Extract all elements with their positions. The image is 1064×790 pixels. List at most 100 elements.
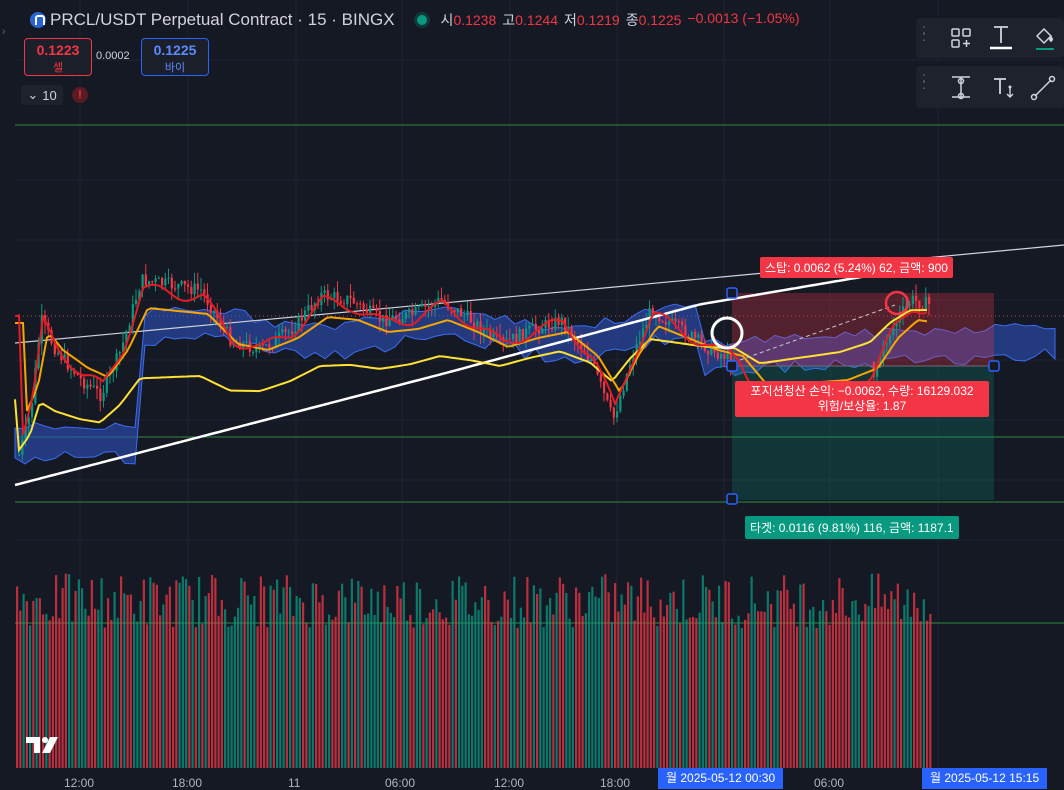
volume-bar [168,586,171,768]
buy-button[interactable]: 0.1225 바이 [141,38,209,76]
volume-bar [825,611,828,768]
volume-bar [396,586,399,768]
drag-handle-icon[interactable]: ⁚ ⁚ [922,25,928,48]
candle-body [209,304,212,314]
volume-bar [175,580,178,768]
candle-body [333,292,336,299]
volume-bar [383,585,386,768]
candle-body [469,310,472,323]
volume-bar [653,617,656,768]
volume-bar [636,596,639,768]
volume-bar [227,626,230,768]
volume-bar [854,600,857,768]
volume-bar [688,617,691,768]
volume-bar [867,606,870,768]
volume-bar [922,599,925,768]
measure-icon[interactable] [946,72,976,102]
candle-body [291,331,294,335]
volume-bar [549,597,552,768]
volume-bar [750,576,753,768]
volume-bar [903,604,906,768]
symbol-title[interactable]: PRCL/USDT Perpetual Contract · 15 · BING… [50,10,395,30]
volume-bar [373,614,376,768]
buy-label: 바이 [164,62,186,74]
fill-icon[interactable] [1028,22,1058,52]
volume-bar [584,613,587,768]
trendline-icon[interactable] [1028,72,1058,102]
volume-bar [402,582,405,768]
volume-bar [315,583,318,768]
interval-dropdown[interactable]: ⌄ 10 [21,85,63,105]
volume-bar [516,627,519,768]
candle-body [102,392,105,401]
volume-bar [597,598,600,768]
risk-reward-line: 위험/보상율: 1.87 [817,399,907,413]
collapse-chevron-icon[interactable]: › [2,26,5,37]
candle-body [720,354,723,359]
volume-bar [295,596,298,768]
volume-bar [799,584,802,768]
volume-bar [630,585,633,768]
volume-bar [311,583,314,768]
candle-body [515,333,518,343]
tradingview-logo[interactable] [26,735,62,760]
candle-body [339,301,342,304]
volume-bar [321,595,324,768]
volume-bar [354,602,357,768]
time-tick: 12:00 [494,776,525,790]
shapes-icon[interactable] [946,23,976,53]
candle-body [521,329,524,342]
target-handle [726,493,738,505]
sell-button[interactable]: 0.1223 셀 [24,38,92,76]
volume-bar [844,615,847,768]
text-tool-icon[interactable] [986,21,1016,51]
candle-body [531,323,534,326]
candle-body [151,281,154,283]
volume-bar [360,586,363,768]
candle-body [287,331,290,333]
volume-bar [701,575,704,768]
volume-bar [477,609,480,768]
drag-handle-icon[interactable]: ⁚ ⁚ [922,73,928,96]
candle-body [541,328,544,334]
candle-body [456,308,459,313]
candle-body [268,344,271,348]
volume-bar [162,604,165,768]
volume-bar [792,603,795,768]
candle-body [57,353,60,355]
candle-body [681,321,684,326]
volume-bar [201,623,204,768]
volume-bar [523,617,526,768]
volume-bar [204,596,207,768]
candle-body [414,307,417,315]
volume-bar [705,586,708,768]
volume-bar [181,576,184,768]
candle-body [424,304,427,307]
volume-bar [766,591,769,768]
volume-bar [857,614,860,768]
candle-body [278,332,281,337]
candle-body [603,381,606,394]
volume-bar [734,624,737,768]
candle-body [911,295,914,304]
alert-icon[interactable]: ! [72,87,88,103]
volume-bar [188,585,191,768]
volume-bar [399,598,402,768]
candle-body [388,319,391,327]
volume-bar [240,578,243,768]
market-status-icon [416,15,427,25]
volume-bar [575,587,578,768]
volume-bar [519,607,522,768]
take-profit-label[interactable]: 타겟: 0.0116 (9.81%) 116, 금액: 1187.1 [745,516,959,539]
time-tick: 18:00 [600,776,631,790]
anchored-text-icon[interactable] [988,72,1018,102]
volume-bar [207,593,210,768]
position-pnl-label[interactable]: 포지션청산 손익: −0.0062, 수량: 16129.032 위험/보상율:… [735,381,989,417]
volume-bar [578,592,581,768]
volume-bar [779,590,782,768]
stop-loss-label[interactable]: 스탑: 0.0062 (5.24%) 62, 금액: 900 [760,257,953,278]
volume-bar [146,624,149,768]
volume-bar [308,627,311,768]
candle-body [889,335,892,344]
volume-bar [506,599,509,768]
